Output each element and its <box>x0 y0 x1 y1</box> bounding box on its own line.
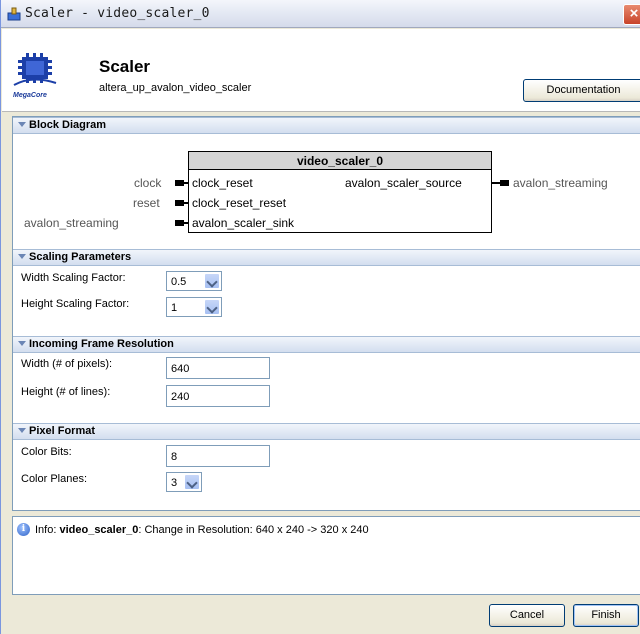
color-planes-value: 3 <box>171 477 178 489</box>
section-label: Pixel Format <box>29 425 96 437</box>
width-scaling-value: 0.5 <box>171 276 187 288</box>
title-bar[interactable]: Scaler - video_scaler_0 × <box>1 0 640 28</box>
message-panel: i Info: video_scaler_0: Change in Resolu… <box>12 516 640 595</box>
info-component: video_scaler_0 <box>59 524 139 536</box>
port-source-external: avalon_streaming <box>513 176 608 190</box>
port-reset-external: reset <box>133 196 160 210</box>
cancel-button[interactable]: Cancel <box>489 604 565 627</box>
port-clock-external: clock <box>134 176 162 190</box>
component-block: video_scaler_0 clock_reset clock_reset_r… <box>188 151 492 233</box>
width-scaling-select[interactable]: 0.5 <box>166 271 222 291</box>
chevron-down-icon[interactable] <box>204 299 220 315</box>
documentation-button[interactable]: Documentation <box>523 79 640 102</box>
frame-height-label: Height (# of lines): <box>21 386 111 398</box>
megacore-logo-icon <box>13 53 57 86</box>
collapse-arrow-icon <box>18 254 26 259</box>
dialog-window: Scaler - video_scaler_0 × MegaCore Scale… <box>0 0 640 634</box>
close-button[interactable]: × <box>623 4 640 25</box>
frame-width-value: 640 <box>171 363 190 375</box>
info-prefix: Info: <box>35 524 60 536</box>
collapse-arrow-icon <box>18 428 26 433</box>
close-icon: × <box>629 5 639 22</box>
height-scaling-label: Height Scaling Factor: <box>21 298 130 310</box>
port-scaler-sink: avalon_scaler_sink <box>192 216 295 230</box>
component-name: video_scaler_0 <box>189 152 491 170</box>
frame-width-label: Width (# of pixels): <box>21 358 113 370</box>
component-title: Scaler <box>99 57 151 76</box>
chevron-down-icon[interactable] <box>184 474 200 490</box>
finish-button[interactable]: Finish <box>573 604 639 627</box>
component-subtitle: altera_up_avalon_video_scaler <box>99 82 252 94</box>
color-planes-select[interactable]: 3 <box>166 472 202 492</box>
section-label: Scaling Parameters <box>29 251 132 263</box>
connector-line <box>492 182 500 184</box>
port-clock-reset-reset: clock_reset_reset <box>192 196 287 210</box>
color-planes-label: Color Planes: <box>21 473 88 485</box>
window-title: Scaler - video_scaler_0 <box>25 6 210 21</box>
collapse-arrow-icon <box>18 122 26 127</box>
section-pixel-format[interactable]: Pixel Format <box>13 423 640 440</box>
frame-width-field[interactable]: 640 <box>166 357 270 379</box>
port-clock-reset: clock_reset <box>192 176 253 190</box>
section-scaling-parameters[interactable]: Scaling Parameters <box>13 249 640 266</box>
collapse-arrow-icon <box>18 341 26 346</box>
port-sink-external: avalon_streaming <box>24 216 119 230</box>
height-scaling-value: 1 <box>171 302 178 314</box>
frame-height-value: 240 <box>171 391 190 403</box>
section-block-diagram[interactable]: Block Diagram <box>13 117 640 134</box>
chevron-down-icon[interactable] <box>204 273 220 289</box>
width-scaling-label: Width Scaling Factor: <box>21 272 126 284</box>
frame-height-field[interactable]: 240 <box>166 385 270 407</box>
section-label: Incoming Frame Resolution <box>29 338 174 350</box>
port-scaler-source: avalon_scaler_source <box>345 176 462 190</box>
info-message: Info: video_scaler_0: Change in Resoluti… <box>35 524 369 536</box>
section-label: Block Diagram <box>29 119 107 131</box>
height-scaling-select[interactable]: 1 <box>166 297 222 317</box>
color-bits-label: Color Bits: <box>21 446 72 458</box>
section-incoming-frame-resolution[interactable]: Incoming Frame Resolution <box>13 336 640 353</box>
color-bits-value: 8 <box>171 451 178 463</box>
info-message-text: : Change in Resolution: 640 x 240 -> 320… <box>138 524 369 536</box>
component-header: MegaCore Scaler altera_up_avalon_video_s… <box>2 29 640 112</box>
parameter-panel[interactable]: Block Diagram clock reset avalon_streami… <box>12 116 640 511</box>
app-icon <box>7 7 21 21</box>
info-icon: i <box>17 523 30 536</box>
color-bits-field[interactable]: 8 <box>166 445 270 467</box>
connector-icon <box>500 180 509 186</box>
logo-text: MegaCore <box>13 92 47 99</box>
